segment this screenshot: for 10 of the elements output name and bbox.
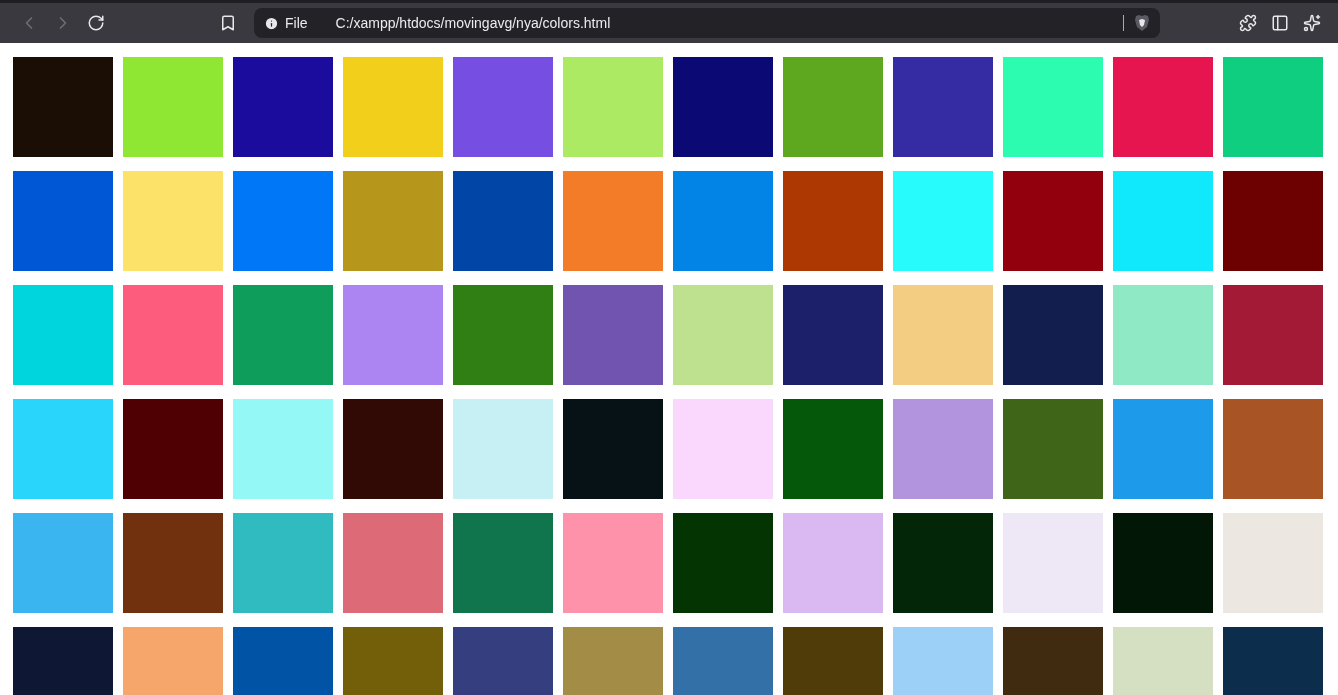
- url-text: C:/xampp/htdocs/movingavg/nya/colors.html: [335, 15, 612, 31]
- sidebar-icon[interactable]: [1271, 14, 1289, 32]
- file-label: File: [285, 15, 308, 31]
- info-icon[interactable]: [264, 15, 279, 31]
- bookmark-icon[interactable]: [219, 14, 237, 32]
- sparkles-icon[interactable]: [1303, 14, 1321, 32]
- puzzle-icon[interactable]: [1239, 14, 1257, 32]
- reload-icon[interactable]: [87, 14, 105, 32]
- lion-shield-icon[interactable]: [1134, 14, 1150, 32]
- address-bar[interactable]: File C:/xampp/htdocs/movingavg/nya/colors.html: [254, 8, 1160, 38]
